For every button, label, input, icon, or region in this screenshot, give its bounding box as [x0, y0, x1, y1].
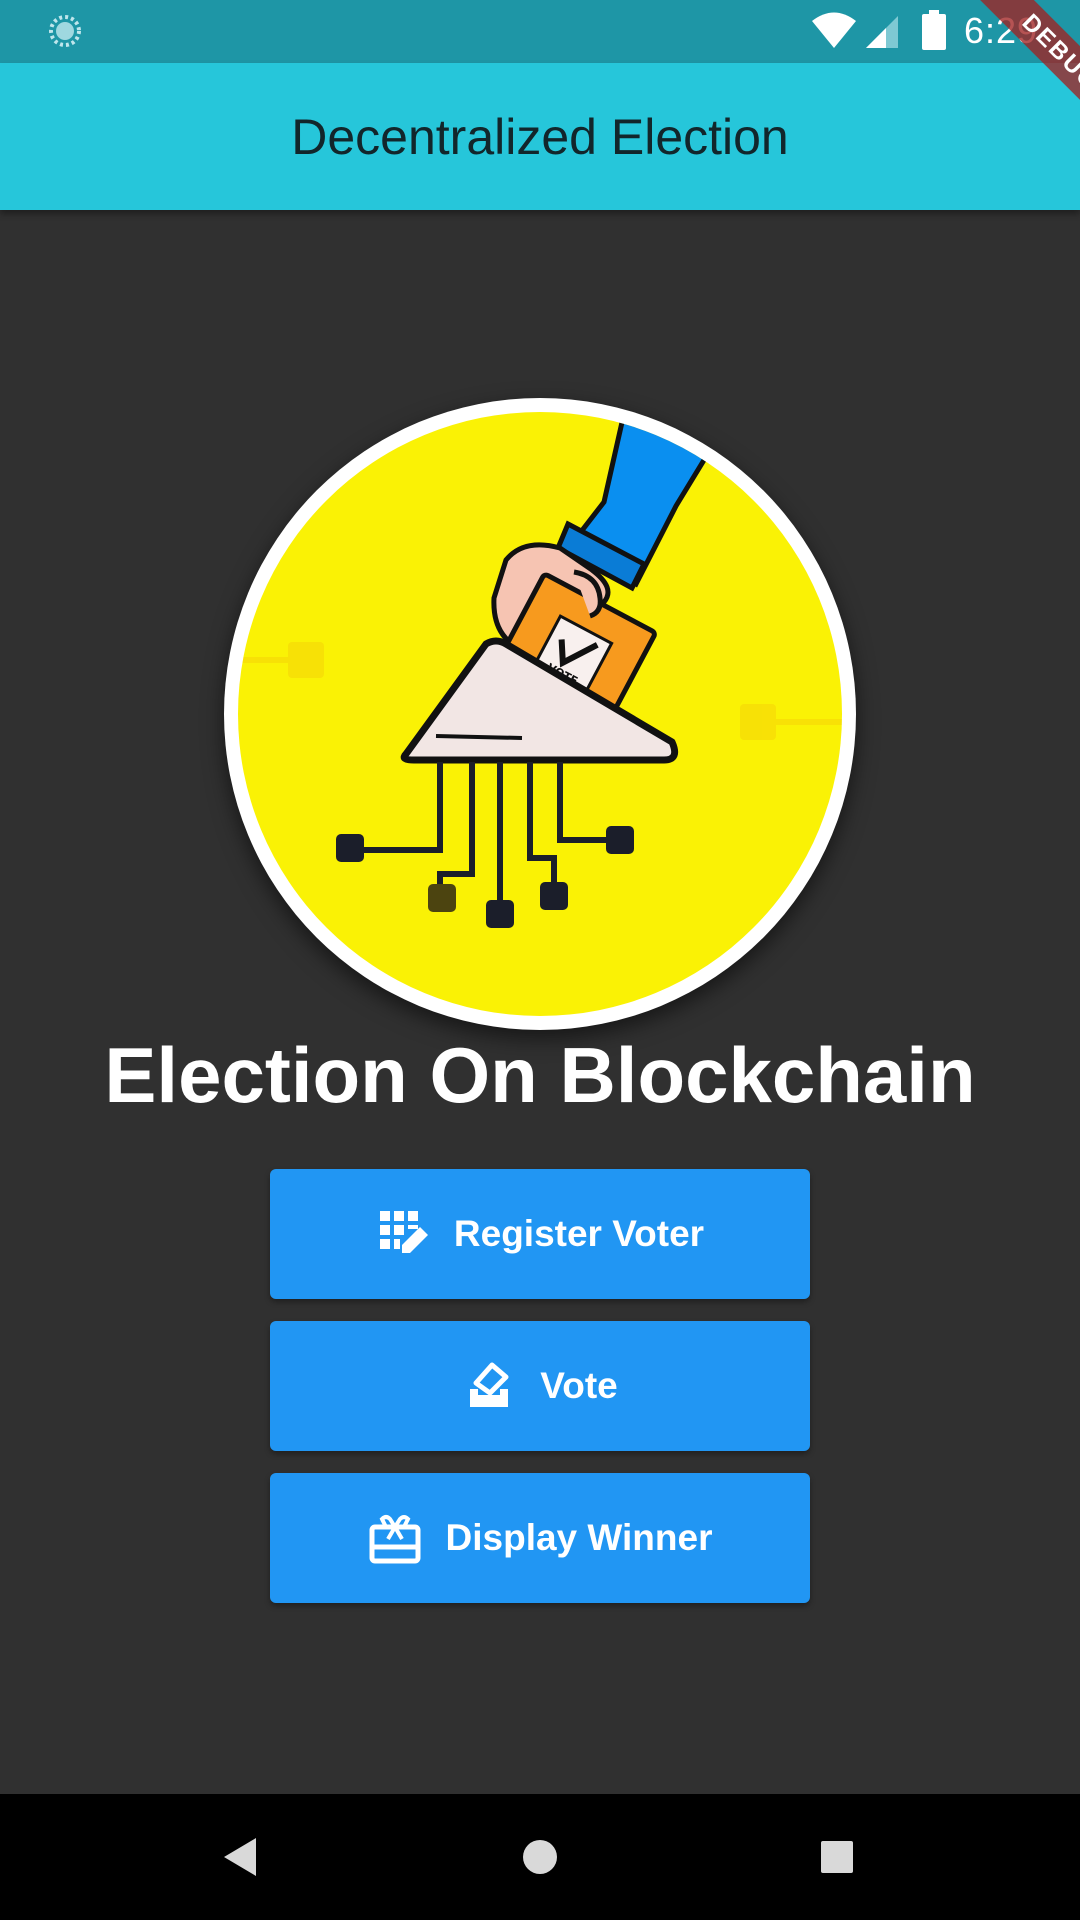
- recents-icon[interactable]: [812, 1832, 862, 1882]
- how-to-vote-icon: [462, 1359, 516, 1413]
- app-bar-title: Decentralized Election: [291, 109, 789, 165]
- display-winner-button[interactable]: Display Winner: [270, 1473, 810, 1603]
- redeem-icon: [368, 1511, 422, 1565]
- ballot-box-blockchain-logo: VOTE: [238, 412, 842, 1016]
- navigation-bar: [0, 1794, 1080, 1920]
- election-logo: VOTE: [224, 398, 856, 1030]
- app-bar: Decentralized Election: [0, 63, 1080, 210]
- cell-signal-icon: [866, 16, 898, 48]
- back-icon[interactable]: [216, 1832, 266, 1882]
- screen: 6:29 DEBUG Decentralized Election Electi…: [0, 0, 1080, 1920]
- home-icon[interactable]: [515, 1832, 565, 1882]
- display-winner-label: Display Winner: [445, 1517, 713, 1558]
- vote-button[interactable]: Vote: [270, 1321, 810, 1451]
- status-bar: 6:29: [0, 0, 1080, 63]
- wifi-icon: [812, 12, 856, 48]
- headline: Election On Blockchain: [104, 1031, 976, 1119]
- register-voter-label: Register Voter: [453, 1213, 705, 1254]
- register-voter-button[interactable]: Register Voter: [270, 1169, 810, 1299]
- battery-icon: [922, 10, 946, 50]
- app-registration-icon: [376, 1207, 430, 1261]
- loading-icon: [49, 15, 81, 47]
- vote-label: Vote: [540, 1365, 618, 1406]
